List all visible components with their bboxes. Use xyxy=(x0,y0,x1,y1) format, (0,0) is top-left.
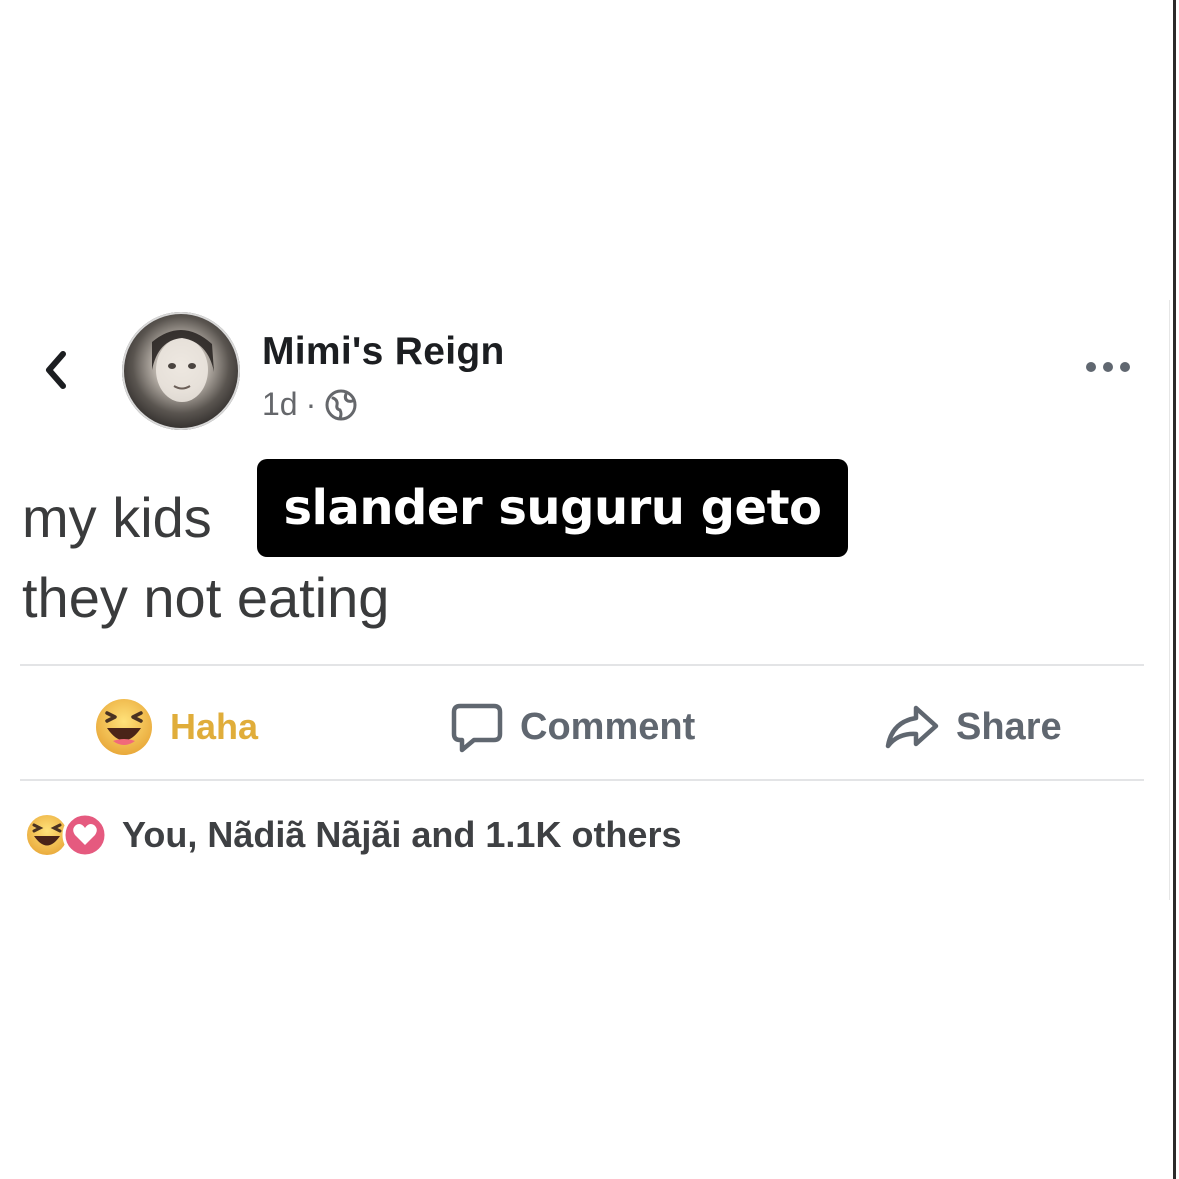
share-arrow-icon xyxy=(885,705,939,749)
share-button[interactable]: Share xyxy=(884,692,1062,762)
divider-top xyxy=(20,664,1144,666)
love-reaction-icon xyxy=(62,812,108,858)
comment-label: Comment xyxy=(520,705,696,748)
comment-bubble-icon xyxy=(451,703,503,753)
chevron-left-icon xyxy=(46,351,66,389)
back-button[interactable] xyxy=(34,340,78,400)
post-time[interactable]: 1d xyxy=(262,386,298,423)
divider-bottom xyxy=(20,779,1144,781)
reactions-summary-text: You, Nãdiã Nãjãi and 1.1K others xyxy=(122,814,682,855)
haha-label: Haha xyxy=(170,706,259,747)
author-name[interactable]: Mimi's Reign xyxy=(262,330,505,374)
author-avatar[interactable] xyxy=(122,312,240,430)
haha-emoji-icon xyxy=(96,699,152,755)
avatar-portrait xyxy=(152,329,214,402)
screen-edge-shadow xyxy=(1169,300,1170,900)
more-dots-icon xyxy=(1086,362,1130,372)
reactions-summary[interactable]: You, Nãdiã Nãjãi and 1.1K others xyxy=(24,812,681,858)
post-meta: 1d · xyxy=(262,386,358,423)
screen-edge xyxy=(1173,0,1176,1179)
more-options-button[interactable] xyxy=(1080,352,1136,382)
overlay-caption: slander suguru geto xyxy=(257,459,848,557)
post-text-line-2: they not eating xyxy=(22,566,390,629)
share-label: Share xyxy=(956,705,1062,748)
haha-button[interactable]: Haha xyxy=(94,692,258,762)
meta-separator: · xyxy=(305,386,317,422)
globe-icon xyxy=(325,389,357,420)
comment-button[interactable]: Comment xyxy=(450,692,695,762)
